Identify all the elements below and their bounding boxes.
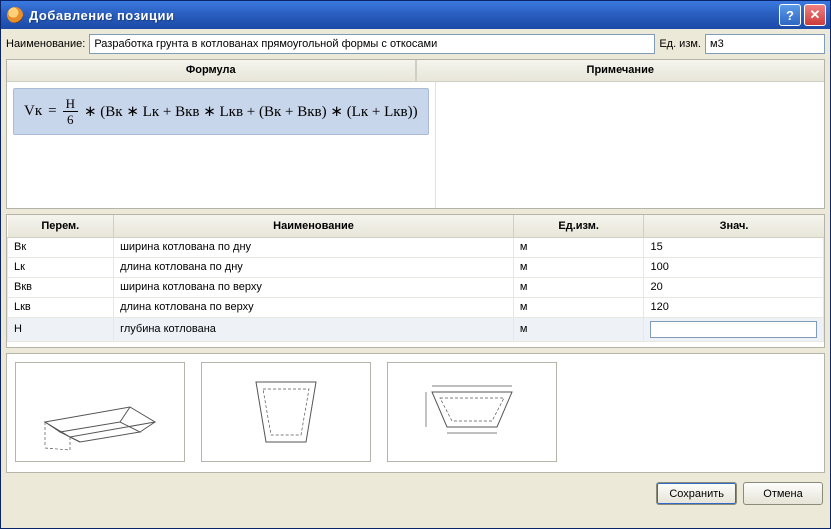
col-header-formula: Формула (7, 60, 416, 82)
cell-var: Bк (8, 237, 114, 257)
cell-var: Bкв (8, 277, 114, 297)
cell-unit: м (513, 317, 644, 341)
cell-value: 15 (644, 237, 824, 257)
app-icon (7, 7, 23, 23)
save-button[interactable]: Сохранить (656, 482, 737, 505)
unit-input[interactable] (705, 34, 825, 54)
cell-name: глубина котлована (114, 317, 514, 341)
unit-label: Ед. изм. (659, 38, 701, 50)
name-row: Наименование: Ед. изм. (6, 34, 825, 54)
cell-value (644, 317, 824, 341)
col-header-note: Примечание (416, 60, 825, 82)
table-row[interactable]: Bкширина котлована по днум15 (8, 237, 824, 257)
cell-unit: м (513, 237, 644, 257)
button-row: Сохранить Отмена (6, 478, 825, 507)
trapezoid-plan-icon (407, 372, 537, 452)
vars-col-name: Наименование (114, 215, 514, 237)
formula-panel: Формула Примечание Vк= H6 ∗ (Bк ∗ Lк + B… (6, 59, 825, 209)
table-row[interactable]: Lкдлина котлована по днум100 (8, 257, 824, 277)
dialog-content: Наименование: Ед. изм. Формула Примечани… (1, 29, 830, 528)
formula-panel-header: Формула Примечание (7, 60, 824, 82)
cell-unit: м (513, 277, 644, 297)
vars-col-val: Знач. (644, 215, 824, 237)
cell-var: Lкв (8, 297, 114, 317)
close-icon: ✕ (810, 7, 821, 23)
thumbnails-panel (6, 353, 825, 473)
formula-cell-wrap[interactable]: Vк= H6 ∗ (Bк ∗ Lк + Bкв ∗ Lкв + (Bк + Bк… (7, 82, 436, 208)
cell-value: 120 (644, 297, 824, 317)
name-input[interactable] (89, 34, 655, 54)
formula-display: Vк= H6 ∗ (Bк ∗ Lк + Bкв ∗ Lкв + (Bк + Bк… (13, 88, 429, 135)
table-row[interactable]: Bквширина котлована по верхум20 (8, 277, 824, 297)
value-input[interactable] (650, 321, 817, 338)
cell-value: 100 (644, 257, 824, 277)
cell-unit: м (513, 297, 644, 317)
formula-panel-body: Vк= H6 ∗ (Bк ∗ Lк + Bкв ∗ Lкв + (Bк + Bк… (7, 82, 824, 208)
vars-col-var: Перем. (8, 215, 114, 237)
cell-var: Lк (8, 257, 114, 277)
cell-var: H (8, 317, 114, 341)
thumbnail-plan[interactable] (387, 362, 557, 462)
cell-name: ширина котлована по верху (114, 277, 514, 297)
table-row[interactable]: Lквдлина котлована по верхум120 (8, 297, 824, 317)
cell-name: ширина котлована по дну (114, 237, 514, 257)
thumbnail-front[interactable] (201, 362, 371, 462)
help-button[interactable]: ? (779, 4, 801, 26)
pit-isometric-icon (35, 372, 165, 452)
vars-header-row: Перем. Наименование Ед.изм. Знач. (8, 215, 824, 237)
cell-name: длина котлована по дну (114, 257, 514, 277)
vars-col-unit: Ед.изм. (513, 215, 644, 237)
cell-name: длина котлована по верху (114, 297, 514, 317)
variables-panel: Перем. Наименование Ед.изм. Знач. Bкшири… (6, 214, 825, 348)
trapezoid-front-icon (221, 372, 351, 452)
name-label: Наименование: (6, 38, 85, 50)
titlebar: Добавление позиции ? ✕ (1, 1, 830, 29)
note-cell[interactable] (436, 82, 824, 208)
cancel-button[interactable]: Отмена (743, 482, 823, 505)
dialog-window: Добавление позиции ? ✕ Наименование: Ед.… (0, 0, 831, 529)
window-title: Добавление позиции (29, 8, 776, 23)
variables-table: Перем. Наименование Ед.изм. Знач. Bкшири… (7, 215, 824, 342)
table-row[interactable]: Hглубина котлованам (8, 317, 824, 341)
cell-unit: м (513, 257, 644, 277)
thumbnail-iso[interactable] (15, 362, 185, 462)
cell-value: 20 (644, 277, 824, 297)
close-button[interactable]: ✕ (804, 4, 826, 26)
